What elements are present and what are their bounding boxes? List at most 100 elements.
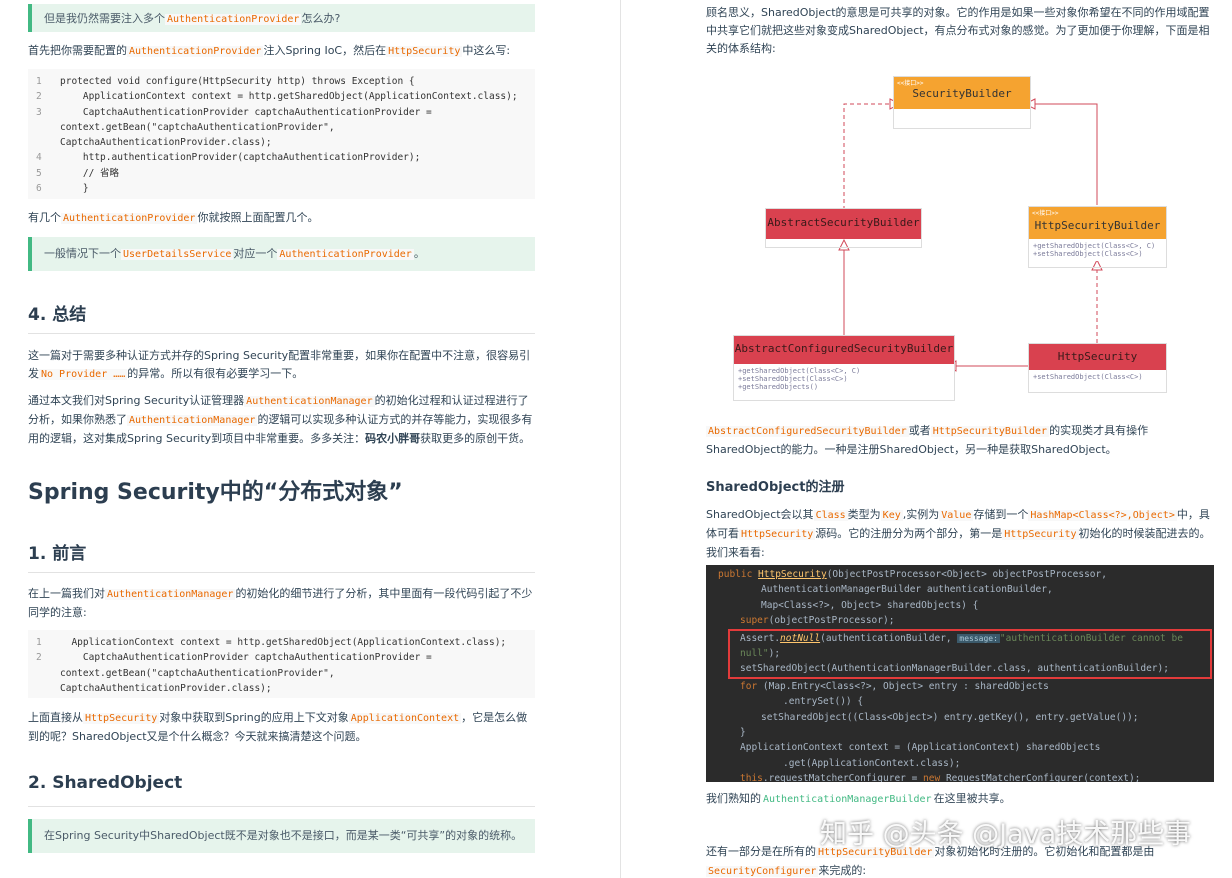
inline-code: HttpSecurityBuilder [930,426,1050,437]
inline-code: HashMap<Class<?>,Object> [1028,510,1177,521]
token: this [740,773,763,782]
inline-code: HttpSecurity [1002,529,1079,540]
paragraph-summary-1: 这一篇对于需要多种认证方式并存的Spring Security配置非常重要，如果… [28,347,533,384]
inline-code: HttpSecurity [386,46,463,57]
token: public [718,569,759,580]
left-page: 但是我仍然需要注入多个 AuthenticationProvider 怎么办? 首先… [0,0,620,878]
code-line: this.requestMatcherConfigurer = new Requ… [718,771,1214,782]
token: .requestMatcherConfigurer = [762,773,924,782]
code-line: 6 } [28,181,535,196]
inline-code: AuthenticationManager [244,396,375,407]
class-name: AbstractSecurityBuilder [766,209,921,239]
code-line: public HttpSecurity(ObjectPostProcessor<… [718,567,1214,582]
text: 对象中获取到Spring的应用上下文对象 [159,711,349,724]
inline-code: AuthenticationProvider [165,14,302,25]
code-line: 1 protected void configure(HttpSecurity h… [28,74,535,89]
code-line: 4 http.authenticationProvider(captchaAut… [28,150,535,165]
article-title: Spring Security中的“分布式对象” [28,480,403,505]
line-number: 5 [36,167,42,179]
heading-summary: 4. 总结 [28,305,87,325]
code-line: 3 CaptchaAuthenticationProvider captchaA… [28,105,535,151]
param-hint: message: [957,633,1000,643]
paragraph-providers: 有几个 AuthenticationProvider 你就按照上面配置几个。 [28,209,533,228]
code-line: 5 // 省略 [28,166,535,181]
text: 通过本文我们对Spring Security认证管理器 [28,394,245,407]
class-name: HttpSecurity [1029,344,1166,370]
inline-code: No Provider …… [39,369,128,380]
text: 一般情况下一个 [44,247,121,260]
stereotype: <<接口>> [1032,210,1059,217]
code-text: http.authenticationProvider(captchaAuthe… [60,152,421,164]
code-line: Assert.notNull(authenticationBuilder, me… [740,631,1210,662]
inline-code: Value [939,510,974,521]
code-text: CaptchaAuthenticationProvider captchaAut… [60,652,438,694]
class-name: SecurityBuilder [912,87,1012,100]
ide-screenshot-httpsecurity: public HttpSecurity(ObjectPostProcessor<… [706,565,1214,782]
code-line: 1 ApplicationContext context = http.getS… [28,635,535,650]
token: super [740,615,769,627]
tip-text: 但是我仍然需要注入多个 [44,12,165,25]
text: 在上一篇我们对 [28,587,105,600]
token: (objectPostProcessor); [768,615,895,627]
inline-code: AbstractConfiguredSecurityBuilder [706,426,909,437]
divider [28,333,535,334]
inline-code: AuthenticationManager [105,589,236,600]
code-text: ApplicationContext context = http.getSha… [60,637,507,648]
tip-multiple-providers: 但是我仍然需要注入多个 AuthenticationProvider 怎么办? [28,4,535,32]
code-block-getshared: 1 ApplicationContext context = http.getS… [28,630,535,698]
paragraph-register: SharedObject会以其 Class 类型为 Key ,实例为 Value 存储到一个… [706,506,1214,562]
uml-http-security-builder: <<接口>> HttpSecurityBuilder +getSharedObj… [1028,206,1167,268]
text: ,实例为 [902,508,940,521]
uml-http-security: HttpSecurity +setSharedObject(Class<C>) [1028,343,1167,393]
code-line: setSharedObject(AuthenticationManagerBui… [740,663,1169,675]
paragraph-builder-shared: 我们熟知的 AuthenticationManagerBuilder 在这里被共享。 [706,790,1214,809]
uml-header: <<接口>> HttpSecurityBuilder [1029,207,1166,239]
code-text: protected void configure(HttpSecurity ht… [60,76,415,87]
text: 你就按照上面配置几个。 [197,211,319,224]
code-line: 2 ApplicationContext context = http.getS… [28,89,535,104]
code-line: .entrySet()) { [783,696,864,708]
uml-header: <<接口>> SecurityBuilder [894,77,1030,109]
text: 上面直接从 [28,711,83,724]
text: 类型为 [847,508,881,521]
line-number: 1 [36,76,42,87]
inline-code: AuthenticationProvider [127,46,264,57]
text: 。 [413,247,425,260]
inline-code: SecurityConfigurer [706,866,819,877]
methods: +getSharedObject(Class<C>, C) +setShared… [1029,239,1166,261]
token: HttpSecurity [758,569,827,580]
uml-abstract-security-builder: AbstractSecurityBuilder [765,208,922,248]
paragraph-implementers: AbstractConfiguredSecurityBuilder 或者 HttpS… [706,422,1214,459]
line-number: 2 [36,652,42,664]
text: SharedObject会以其 [706,508,814,521]
paragraph-question: 上面直接从 HttpSecurity 对象中获取到Spring的应用上下文对象 App… [28,709,533,746]
code-line: super(objectPostProcessor); [718,613,1214,628]
inline-code: Class [813,510,848,521]
text: 在这里被共享。 [933,792,1011,805]
token: ); [768,648,781,660]
tip-user-details: 一般情况下一个 UserDetailsService 对应一个 Authenticat… [28,237,535,271]
tip-sharedobject: 在Spring Security中SharedObject既不是对象也不是接口，… [28,819,535,853]
token: for [740,680,763,692]
inline-code: AuthenticationProvider [61,213,198,224]
inline-code: AuthenticationManager [127,415,258,426]
heading-sharedobject: 2. SharedObject [28,773,183,793]
text: 有几个 [28,211,61,224]
code-text: } [60,183,89,195]
text: 获取更多的原创干货。 [420,432,531,445]
class-name: AbstractConfiguredSecurityBuilder [734,336,954,364]
code-line: AuthenticationManagerBuilder authenticat… [761,584,1053,596]
token: new [923,773,946,782]
code-text: ApplicationContext context = http.getSha… [60,91,518,103]
line-number: 6 [36,183,42,195]
paragraph-intro: 在上一篇我们对 AuthenticationManager 的初始化的细节进行了分析… [28,585,533,622]
tip-text: 怎么办? [301,12,341,25]
text: 来完成的: [818,864,867,877]
paragraph-summary-2: 通过本文我们对Spring Security认证管理器 Authenticatio… [28,392,533,448]
inline-code: AuthenticationManagerBuilder [763,794,932,805]
inline-code: AuthenticationProvider [277,249,414,260]
uml-security-builder: <<接口>> SecurityBuilder [893,76,1031,129]
text: 对应一个 [233,247,278,260]
text: 的异常。所以有很有必要学习一下。 [127,367,304,380]
code-text: CaptchaAuthenticationProvider captchaAut… [60,106,438,149]
